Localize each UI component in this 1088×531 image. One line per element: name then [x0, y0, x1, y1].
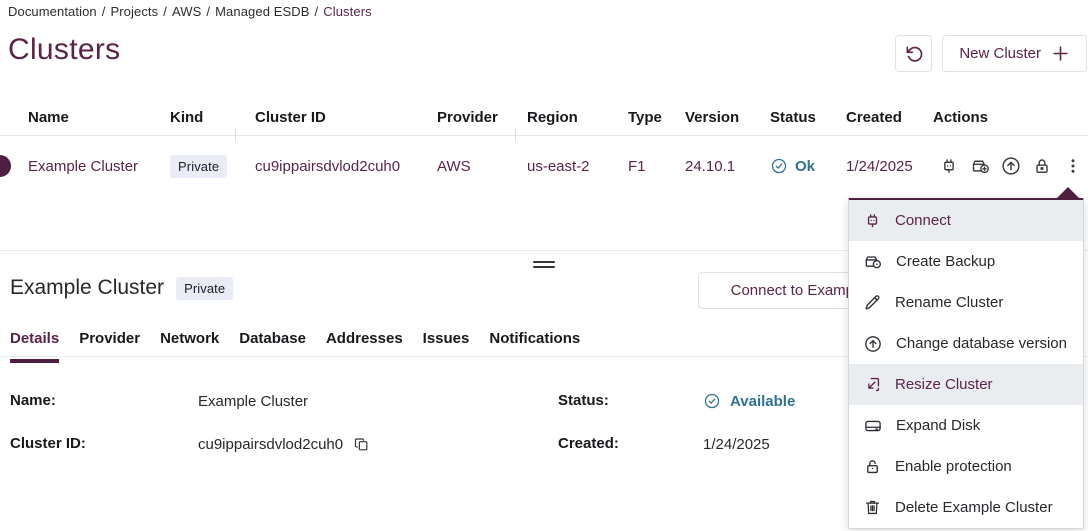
breadcrumb: Documentation/Projects/AWS/Managed ESDB/…: [8, 4, 372, 19]
detail-fields: Name: Example Cluster Status: Available …: [0, 392, 795, 453]
tab-issues[interactable]: Issues: [423, 330, 470, 363]
pane-drag-handle[interactable]: [533, 258, 555, 270]
col-created: Created: [846, 109, 933, 126]
refresh-button[interactable]: [895, 35, 932, 72]
check-circle-icon: [703, 392, 721, 410]
change-version-icon[interactable]: [1000, 155, 1022, 177]
trash-icon: [863, 498, 882, 517]
more-menu-icon[interactable]: [1062, 155, 1084, 177]
col-status: Status: [770, 109, 846, 126]
kind-badge: Private: [170, 155, 227, 178]
change-version-icon: [863, 334, 883, 354]
version-cell: 24.10.1: [685, 158, 770, 175]
menu-item-create-backup[interactable]: Create Backup: [849, 241, 1083, 282]
table-row: Example Cluster Private cu9ippairsdvlod2…: [0, 136, 1088, 196]
clusters-page: Documentation/Projects/AWS/Managed ESDB/…: [0, 0, 1088, 531]
tab-network[interactable]: Network: [160, 330, 219, 363]
check-circle-icon: [770, 157, 788, 175]
status-text: Ok: [795, 158, 815, 175]
detail-cluster-title: Example Cluster: [10, 276, 164, 300]
rotate-ccw-icon: [904, 44, 924, 64]
col-cluster-id: Cluster ID: [255, 109, 437, 126]
menu-item-change-database-version[interactable]: Change database version: [849, 323, 1083, 364]
expand-disk-icon: [863, 416, 883, 436]
col-provider: Provider: [437, 109, 527, 126]
detail-tabs: Details Provider Network Database Addres…: [10, 330, 580, 363]
status-value: Available: [703, 392, 795, 410]
tab-details[interactable]: Details: [10, 330, 59, 363]
table-header: Name Kind Cluster ID Provider Region Typ…: [0, 100, 1088, 136]
protection-lock-icon[interactable]: [1031, 155, 1053, 177]
plus-icon: [1051, 44, 1070, 63]
tab-notifications[interactable]: Notifications: [489, 330, 580, 363]
breadcrumb-managed-esdb[interactable]: Managed ESDB: [215, 4, 309, 19]
breadcrumb-current: Clusters: [323, 4, 371, 19]
row-indicator: [0, 155, 11, 177]
detail-kind-badge: Private: [176, 277, 233, 300]
col-type: Type: [628, 109, 685, 126]
menu-caret: [1057, 187, 1079, 198]
header-actions: New Cluster: [895, 35, 1087, 72]
cluster-id-label: Cluster ID:: [10, 435, 198, 453]
new-cluster-button[interactable]: New Cluster: [942, 35, 1087, 72]
col-region: Region: [527, 109, 628, 126]
row-context-menu: Connect Create Backup Rename Cluster Cha…: [848, 198, 1084, 529]
menu-item-connect[interactable]: Connect: [849, 200, 1083, 241]
detail-header: Example Cluster Private: [10, 276, 233, 300]
cluster-id-value: cu9ippairsdvlod2cuh0: [198, 435, 558, 453]
menu-item-delete-cluster[interactable]: Delete Example Cluster: [849, 487, 1083, 528]
name-label: Name:: [10, 392, 198, 410]
breadcrumb-documentation[interactable]: Documentation: [8, 4, 97, 19]
resize-icon: [863, 375, 882, 394]
create-backup-icon: [863, 252, 883, 272]
copy-icon[interactable]: [352, 435, 370, 453]
type-cell: F1: [628, 158, 685, 175]
status-cell: Ok: [770, 157, 846, 175]
name-value: Example Cluster: [198, 392, 558, 410]
col-name: Name: [28, 109, 170, 126]
clusters-table: Name Kind Cluster ID Provider Region Typ…: [0, 100, 1088, 196]
tab-database[interactable]: Database: [239, 330, 306, 363]
page-title: Clusters: [8, 33, 120, 67]
menu-item-rename-cluster[interactable]: Rename Cluster: [849, 282, 1083, 323]
region-cell: us-east-2: [527, 158, 628, 175]
created-label: Created:: [558, 435, 703, 453]
create-backup-icon[interactable]: [969, 155, 991, 177]
row-actions: [933, 155, 1088, 177]
tab-provider[interactable]: Provider: [79, 330, 140, 363]
menu-item-enable-protection[interactable]: Enable protection: [849, 446, 1083, 487]
col-actions: Actions: [933, 109, 1088, 126]
col-kind: Kind: [170, 109, 255, 126]
created-cell: 1/24/2025: [846, 158, 933, 175]
breadcrumb-projects[interactable]: Projects: [110, 4, 158, 19]
pencil-icon: [863, 293, 882, 312]
cluster-name-link[interactable]: Example Cluster: [28, 158, 138, 175]
connect-plug-icon: [863, 211, 882, 230]
col-version: Version: [685, 109, 770, 126]
new-cluster-label: New Cluster: [959, 45, 1041, 62]
connect-plug-icon[interactable]: [938, 155, 960, 177]
status-label: Status:: [558, 392, 703, 410]
provider-cell: AWS: [437, 158, 527, 175]
protection-lock-icon: [863, 457, 882, 476]
breadcrumb-aws[interactable]: AWS: [172, 4, 201, 19]
cluster-id-cell: cu9ippairsdvlod2cuh0: [255, 158, 437, 175]
menu-item-expand-disk[interactable]: Expand Disk: [849, 405, 1083, 446]
tab-addresses[interactable]: Addresses: [326, 330, 403, 363]
created-value: 1/24/2025: [703, 435, 795, 453]
menu-item-resize-cluster[interactable]: Resize Cluster: [849, 364, 1083, 405]
